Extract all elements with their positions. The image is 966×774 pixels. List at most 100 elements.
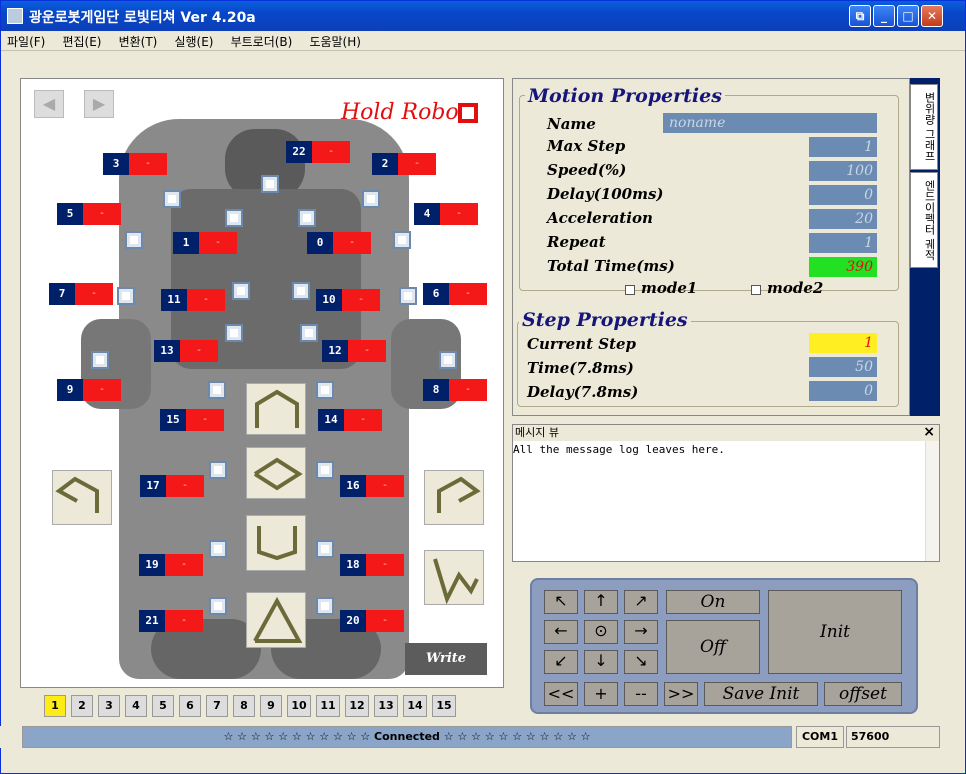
window-title: 광운로봇게임단 로빛티쳐 Ver 4.20a bbox=[29, 10, 256, 26]
pose-cup-button[interactable] bbox=[246, 515, 306, 571]
prev-button[interactable]: << bbox=[544, 682, 578, 706]
arrow-down-button[interactable]: ↓ bbox=[584, 650, 618, 674]
hold-robot-label: Hold Robot bbox=[341, 100, 468, 125]
pose-arms-up-button[interactable] bbox=[246, 383, 306, 435]
page-button[interactable]: 14 bbox=[403, 695, 427, 717]
message-log-text: All the message log leaves here. bbox=[513, 443, 725, 456]
plus-button[interactable]: + bbox=[584, 682, 618, 706]
page-button[interactable]: 5 bbox=[152, 695, 174, 717]
joint-checkbox[interactable] bbox=[209, 597, 227, 615]
joint-checkbox[interactable] bbox=[316, 381, 334, 399]
mode2-checkbox[interactable] bbox=[751, 285, 761, 295]
arrow-right-button[interactable]: → bbox=[624, 620, 658, 644]
repeat-field[interactable]: 1 bbox=[809, 233, 877, 253]
joint-checkbox[interactable] bbox=[225, 209, 243, 227]
menu-edit[interactable]: 편집(E) bbox=[56, 31, 107, 52]
joint-checkbox[interactable] bbox=[316, 461, 334, 479]
joint-checkbox[interactable] bbox=[209, 461, 227, 479]
page-button[interactable]: 2 bbox=[71, 695, 93, 717]
menu-help[interactable]: 도움말(H) bbox=[303, 31, 367, 52]
joint-checkbox[interactable] bbox=[292, 282, 310, 300]
connection-status: ☆ ☆ ☆ ☆ ☆ ☆ ☆ ☆ ☆ ☆ ☆ Connected ☆ ☆ ☆ ☆ … bbox=[22, 726, 792, 748]
menu-run[interactable]: 실행(E) bbox=[168, 31, 219, 52]
page-button[interactable]: 1 bbox=[44, 695, 66, 717]
menu-bootloader[interactable]: 부트로더(B) bbox=[225, 31, 299, 52]
joint-checkbox[interactable] bbox=[232, 282, 250, 300]
step-time-field[interactable]: 50 bbox=[809, 357, 877, 377]
page-button[interactable]: 8 bbox=[233, 695, 255, 717]
joint-checkbox[interactable] bbox=[298, 209, 316, 227]
on-button[interactable]: On bbox=[666, 590, 760, 614]
mode1-checkbox[interactable] bbox=[625, 285, 635, 295]
center-button[interactable]: ⊙ bbox=[584, 620, 618, 644]
joint-checkbox[interactable] bbox=[300, 324, 318, 342]
arrow-up-button[interactable]: ↑ bbox=[584, 590, 618, 614]
step-delay-label: Delay(7.8ms) bbox=[527, 383, 639, 401]
pose-diamond-button[interactable] bbox=[246, 447, 306, 499]
arrow-left-button[interactable]: ← bbox=[544, 620, 578, 644]
tab-displacement-graph[interactable]: 변위량 그래프 bbox=[910, 84, 938, 170]
step-delay-field[interactable]: 0 bbox=[809, 381, 877, 401]
nav-forward-button[interactable]: ▶ bbox=[84, 90, 114, 118]
speed-field[interactable]: 100 bbox=[809, 161, 877, 181]
pose-left-arm-icon bbox=[55, 476, 99, 513]
pose-lambda-button[interactable] bbox=[246, 592, 306, 648]
page-button[interactable]: 13 bbox=[374, 695, 398, 717]
step-time-label: Time(7.8ms) bbox=[527, 359, 634, 377]
write-button[interactable]: Write bbox=[405, 643, 487, 675]
joint-checkbox[interactable] bbox=[117, 287, 135, 305]
page-button[interactable]: 9 bbox=[260, 695, 282, 717]
menu-convert[interactable]: 변환(T) bbox=[113, 31, 164, 52]
close-button[interactable]: ✕ bbox=[921, 5, 943, 27]
page-button[interactable]: 12 bbox=[345, 695, 369, 717]
next-button[interactable]: >> bbox=[664, 682, 698, 706]
page-button[interactable]: 10 bbox=[287, 695, 311, 717]
joint-checkbox[interactable] bbox=[91, 351, 109, 369]
joint-checkbox[interactable] bbox=[399, 287, 417, 305]
maximize-button[interactable]: □ bbox=[897, 5, 919, 27]
joint-checkbox[interactable] bbox=[125, 231, 143, 249]
arrow-down-left-button[interactable]: ↙ bbox=[544, 650, 578, 674]
page-button[interactable]: 4 bbox=[125, 695, 147, 717]
joint-checkbox[interactable] bbox=[261, 175, 279, 193]
max-step-field[interactable]: 1 bbox=[809, 137, 877, 157]
pose-left-arm-button[interactable] bbox=[52, 470, 112, 525]
arrow-up-right-button[interactable]: ↗ bbox=[624, 590, 658, 614]
minus-button[interactable]: -- bbox=[624, 682, 658, 706]
joint-checkbox[interactable] bbox=[316, 540, 334, 558]
hold-robot-checkbox[interactable] bbox=[458, 103, 478, 123]
delay-field[interactable]: 0 bbox=[809, 185, 877, 205]
tab-end-effector-trajectory[interactable]: 엔드이펙터 궤적 bbox=[910, 172, 938, 268]
restore-icon[interactable]: ⧉ bbox=[849, 5, 871, 27]
max-step-label: Max Step bbox=[547, 137, 626, 155]
save-init-button[interactable]: Save Init bbox=[704, 682, 818, 706]
pose-right-arm-button[interactable] bbox=[424, 470, 484, 525]
message-scrollbar[interactable] bbox=[925, 441, 939, 561]
page-button[interactable]: 15 bbox=[432, 695, 456, 717]
off-button[interactable]: Off bbox=[666, 620, 760, 674]
nav-back-button[interactable]: ◀ bbox=[34, 90, 64, 118]
page-button[interactable]: 6 bbox=[179, 695, 201, 717]
message-close-icon[interactable]: × bbox=[923, 424, 935, 440]
joint-checkbox[interactable] bbox=[439, 351, 457, 369]
name-field[interactable]: noname bbox=[663, 113, 877, 133]
minimize-button[interactable]: _ bbox=[873, 5, 895, 27]
joint-checkbox[interactable] bbox=[209, 540, 227, 558]
joint-checkbox[interactable] bbox=[225, 324, 243, 342]
current-step-field[interactable]: 1 bbox=[809, 333, 877, 353]
joint-checkbox[interactable] bbox=[208, 381, 226, 399]
init-button[interactable]: Init bbox=[768, 590, 902, 674]
offset-button[interactable]: offset bbox=[824, 682, 902, 706]
pose-kick-button[interactable] bbox=[424, 550, 484, 605]
page-button[interactable]: 3 bbox=[98, 695, 120, 717]
joint-checkbox[interactable] bbox=[316, 597, 334, 615]
page-button[interactable]: 7 bbox=[206, 695, 228, 717]
joint-checkbox[interactable] bbox=[163, 190, 181, 208]
page-button[interactable]: 11 bbox=[316, 695, 340, 717]
menu-file[interactable]: 파일(F) bbox=[1, 31, 51, 52]
joint-checkbox[interactable] bbox=[362, 190, 380, 208]
arrow-up-left-button[interactable]: ↖ bbox=[544, 590, 578, 614]
acceleration-field[interactable]: 20 bbox=[809, 209, 877, 229]
joint-checkbox[interactable] bbox=[393, 231, 411, 249]
arrow-down-right-button[interactable]: ↘ bbox=[624, 650, 658, 674]
